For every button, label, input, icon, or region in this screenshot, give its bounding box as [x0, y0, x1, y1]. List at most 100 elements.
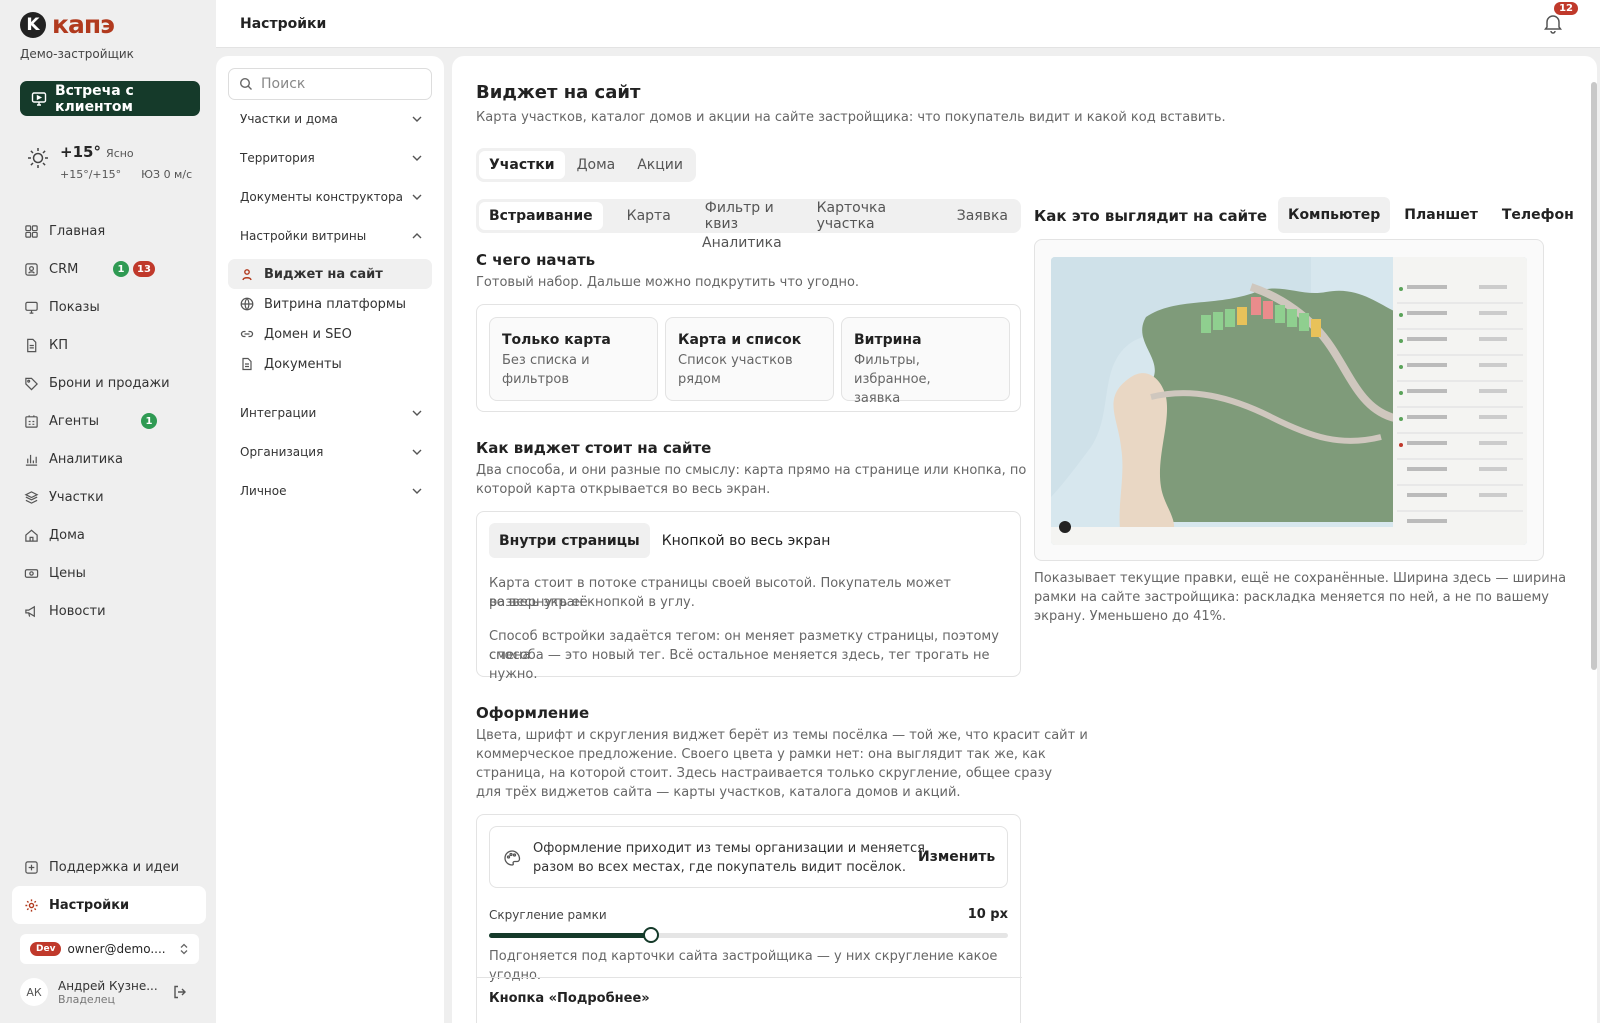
menu-item-widget[interactable]: Виджет на сайт	[228, 259, 432, 289]
menu-group-territory[interactable]: Территория	[240, 151, 422, 165]
tab-phone[interactable]: Телефон	[1492, 197, 1584, 233]
chevron-down-icon	[412, 410, 422, 416]
organization-name: Демо-застройщик	[20, 47, 134, 61]
menu-item-domain[interactable]: Домен и SEO	[228, 319, 432, 349]
support-icon	[25, 860, 38, 874]
nav-item-prices[interactable]: Цены	[12, 554, 206, 592]
divider	[477, 977, 1022, 978]
tab-plot-card[interactable]: Карточка участка	[807, 200, 933, 232]
tab-embedding[interactable]: Встраивание	[479, 202, 603, 230]
search-input[interactable]: Поиск	[228, 68, 432, 100]
sidebar-bottom-nav: Поддержка и идеи Настройки	[12, 848, 206, 924]
nav-item-bookings[interactable]: Брони и продажи	[12, 364, 206, 402]
map-illustration	[1051, 257, 1527, 545]
nav-label: Аналитика	[49, 451, 123, 467]
nav-item-shows[interactable]: Показы	[12, 288, 206, 326]
chevron-up-icon	[412, 233, 422, 239]
tab-tablet[interactable]: Планшет	[1394, 197, 1488, 233]
nav-item-plots[interactable]: Участки	[12, 478, 206, 516]
preset-desc: Фильтры, избранное,	[854, 353, 931, 387]
device-tabs: Компьютер Планшет Телефон	[1278, 197, 1584, 233]
preset-map-list[interactable]: Карта и список Список участков рядом	[665, 317, 834, 401]
tab-fullscreen-button[interactable]: Кнопкой во весь экран	[652, 523, 841, 558]
nav-label: Настройки	[49, 897, 130, 913]
user-role: Владелец	[58, 992, 115, 1006]
gear-icon	[25, 898, 38, 912]
nav-item-kp[interactable]: КП	[12, 326, 206, 364]
preset-showcase[interactable]: Витрина Фильтры, избранное, заявка	[841, 317, 1010, 406]
price-icon	[24, 568, 39, 578]
weather-temp: +15°	[60, 143, 101, 161]
logo-text: капэ	[52, 10, 115, 39]
radius-slider[interactable]	[489, 927, 1008, 943]
tab-analytics[interactable]: Аналитика	[702, 235, 782, 251]
menu-group-organization[interactable]: Организация	[240, 445, 422, 459]
chevron-updown-icon	[180, 943, 188, 955]
nav-item-news[interactable]: Новости	[12, 592, 206, 630]
monitor-icon	[25, 301, 38, 314]
nav-item-settings[interactable]: Настройки	[12, 886, 206, 924]
slider-handle[interactable]	[643, 927, 659, 943]
crm-icon	[25, 262, 38, 276]
preset-desc: заявка	[854, 391, 901, 406]
tab-map[interactable]: Карта	[609, 202, 689, 230]
preview-note: рамки на сайте застройщика: раскладка ме…	[1034, 590, 1549, 605]
group-label: Документы конструктора	[240, 190, 403, 204]
nav-item-houses[interactable]: Дома	[12, 516, 206, 554]
change-theme-button[interactable]: Изменить	[918, 849, 995, 865]
tab-houses[interactable]: Дома	[567, 151, 626, 179]
chevron-down-icon	[412, 155, 422, 161]
nav-label: Цены	[49, 565, 86, 581]
search-placeholder: Поиск	[261, 76, 306, 92]
meeting-button[interactable]: Встреча с клиентом	[20, 81, 200, 116]
nav-item-agents[interactable]: Агенты 1	[12, 402, 206, 440]
tab-request[interactable]: Заявка	[939, 202, 1018, 230]
main-nav: Главная CRM 1 13 Показы КП Брони и продажи…	[12, 212, 206, 630]
home-grid-icon	[25, 224, 38, 238]
tab-inside-page[interactable]: Внутри страницы	[489, 523, 650, 558]
account-switcher[interactable]: Dev owner@demo....	[20, 934, 199, 964]
preview-note: экрану. Уменьшено до 41%.	[1034, 609, 1227, 624]
sun-icon	[28, 148, 48, 168]
tab-plots[interactable]: Участки	[479, 151, 565, 179]
avatar[interactable]: АК	[20, 978, 48, 1006]
preset-desc: Список участков	[678, 353, 793, 368]
nav-item-crm[interactable]: CRM 1 13	[12, 250, 206, 288]
link-icon	[240, 330, 254, 338]
logout-icon[interactable]	[172, 984, 188, 1000]
meeting-button-label: Встреча с клиентом	[55, 82, 134, 115]
crm-badge-green: 1	[113, 261, 129, 277]
menu-group-personal[interactable]: Личное	[240, 484, 422, 498]
bell-icon[interactable]	[1542, 12, 1564, 34]
placement-title: Как виджет стоит на сайте	[476, 439, 712, 457]
nav-item-analytics[interactable]: Аналитика	[12, 440, 206, 478]
placement-card: Внутри страницы Кнопкой во весь экран Ка…	[476, 511, 1021, 682]
tab-desktop[interactable]: Компьютер	[1278, 197, 1391, 233]
preview-map[interactable]	[1051, 257, 1527, 545]
placement-text: способа — это новый тег. Всё остальное м…	[489, 648, 990, 682]
menu-group-integrations[interactable]: Интеграции	[240, 406, 422, 420]
menu-item-documents[interactable]: Документы	[228, 349, 432, 379]
crm-badge-red: 13	[133, 261, 155, 277]
preset-map-only[interactable]: Только карта Без списка и фильтров	[489, 317, 658, 401]
tag-icon	[25, 377, 38, 390]
nav-item-support[interactable]: Поддержка и идеи	[12, 848, 206, 886]
plots-icon	[24, 490, 39, 504]
menu-group-plots[interactable]: Участки и дома	[240, 112, 422, 126]
brand-logo[interactable]: K капэ	[20, 10, 115, 39]
nav-item-home[interactable]: Главная	[12, 212, 206, 250]
group-label: Личное	[240, 484, 287, 498]
chevron-down-icon	[412, 488, 422, 494]
menu-group-showcase[interactable]: Настройки витрины	[240, 229, 422, 243]
menu-item-platform[interactable]: Витрина платформы	[228, 289, 432, 319]
tab-filter-quiz[interactable]: Фильтр и квиз	[695, 200, 801, 232]
menu-group-docs[interactable]: Документы конструктора	[240, 190, 422, 204]
menu-item-label: Домен и SEO	[264, 326, 352, 342]
nav-label: Главная	[49, 223, 106, 239]
tab-promos[interactable]: Акции	[627, 151, 693, 179]
chevron-down-icon	[412, 194, 422, 200]
document-icon	[242, 357, 252, 371]
chevron-down-icon	[412, 449, 422, 455]
more-button-section[interactable]: Кнопка «Подробнее»	[489, 991, 650, 1006]
scrollbar[interactable]	[1591, 82, 1597, 670]
